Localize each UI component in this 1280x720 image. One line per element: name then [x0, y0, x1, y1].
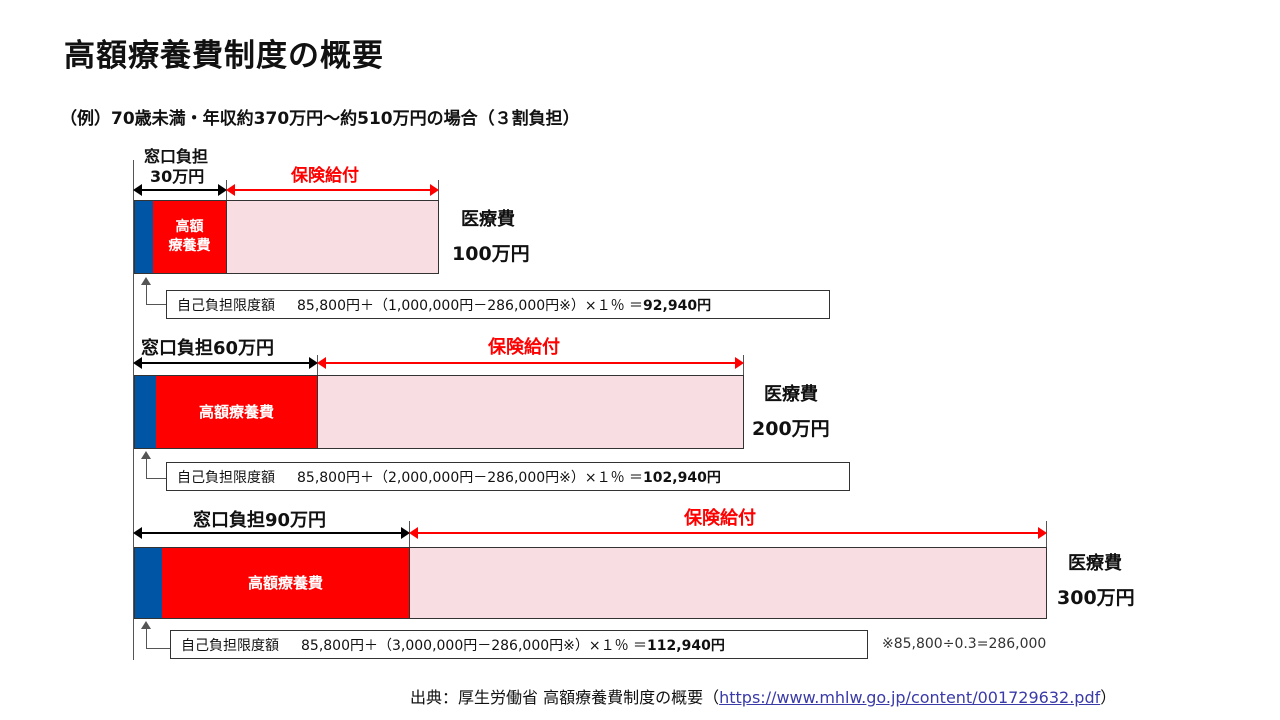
limit-result: 112,940円	[647, 637, 725, 654]
insurance-segment	[227, 201, 438, 273]
high-cost-segment: 高額療養費	[153, 201, 227, 273]
medical-cost-value: 100万円	[452, 243, 530, 265]
medical-cost-label: 医療費	[1068, 553, 1122, 574]
high-cost-label: 高額療養費	[247, 573, 323, 592]
insurance-segment	[318, 376, 743, 448]
high-cost-label-line2: 療養費	[168, 238, 211, 254]
limit-formula: 85,800円＋（3,000,000円－286,000円※）×１％ ＝	[301, 637, 648, 654]
medical-cost-label: 医療費	[764, 384, 818, 405]
insurance-benefit-label: 保険給付	[291, 166, 359, 186]
limit-formula-box: 自己負担限度額 85,800円＋（2,000,000円－286,000円※）×１％…	[166, 462, 850, 491]
medical-cost-value: 200万円	[752, 418, 830, 440]
pointer-line	[146, 628, 171, 649]
pointer-line	[146, 284, 167, 305]
pointer-line	[146, 458, 167, 479]
source-link[interactable]: https://www.mhlw.go.jp/content/001729632…	[719, 688, 1100, 707]
cost-bar: 高額療養費	[134, 375, 744, 449]
self-pay-segment	[135, 548, 162, 618]
footnote: ※85,800÷0.3=286,000	[882, 636, 1047, 652]
window-payment-label: 窓口負担60万円	[141, 338, 275, 359]
limit-formula-box: 自己負担限度額 85,800円＋（1,000,000円－286,000円※）×１％…	[166, 290, 830, 319]
window-payment-arrow	[133, 357, 318, 369]
high-cost-segment: 高額療養費	[156, 376, 318, 448]
insurance-benefit-arrow	[317, 357, 744, 369]
cost-bar: 高額療養費	[134, 547, 1047, 619]
insurance-benefit-label: 保険給付	[488, 337, 560, 358]
self-pay-segment	[135, 376, 156, 448]
limit-formula-box: 自己負担限度額 85,800円＋（3,000,000円－286,000円※）×１％…	[170, 630, 868, 659]
window-payment-label: 窓口負担90万円	[193, 510, 327, 531]
limit-label: 自己負担限度額	[177, 297, 275, 314]
limit-formula: 85,800円＋（1,000,000円－286,000円※）×１％ ＝	[297, 297, 644, 314]
limit-result: 102,940円	[643, 469, 721, 486]
limit-label: 自己負担限度額	[177, 469, 275, 486]
high-cost-label-line1: 高額	[175, 219, 204, 236]
insurance-benefit-arrow	[226, 184, 439, 196]
medical-cost-value: 300万円	[1057, 587, 1135, 609]
medical-cost-label: 医療費	[461, 209, 515, 230]
insurance-benefit-label: 保険給付	[684, 508, 756, 529]
insurance-benefit-arrow	[409, 527, 1047, 539]
high-cost-segment: 高額療養費	[162, 548, 410, 618]
window-payment-arrow	[133, 527, 410, 539]
example-subtitle: （例）70歳未満・年収約370万円～約510万円の場合（３割負担）	[60, 109, 580, 129]
limit-formula: 85,800円＋（2,000,000円－286,000円※）×１％ ＝	[297, 469, 644, 486]
source-prefix: 出典：厚生労働省 高額療養費制度の概要（	[410, 688, 720, 707]
self-pay-segment	[135, 201, 153, 273]
high-cost-label: 高額療養費	[198, 402, 274, 421]
source-citation: 出典：厚生労働省 高額療養費制度の概要（https://www.mhlw.go.…	[410, 684, 1116, 708]
window-payment-label-line2: 30万円	[150, 167, 205, 186]
window-payment-arrow	[133, 184, 227, 196]
limit-result: 92,940円	[643, 297, 712, 314]
source-suffix: ）	[1100, 688, 1117, 707]
limit-label: 自己負担限度額	[181, 637, 279, 654]
insurance-segment	[410, 548, 1046, 618]
cost-bar: 高額療養費	[134, 200, 439, 274]
page-title: 高額療養費制度の概要	[64, 38, 384, 74]
